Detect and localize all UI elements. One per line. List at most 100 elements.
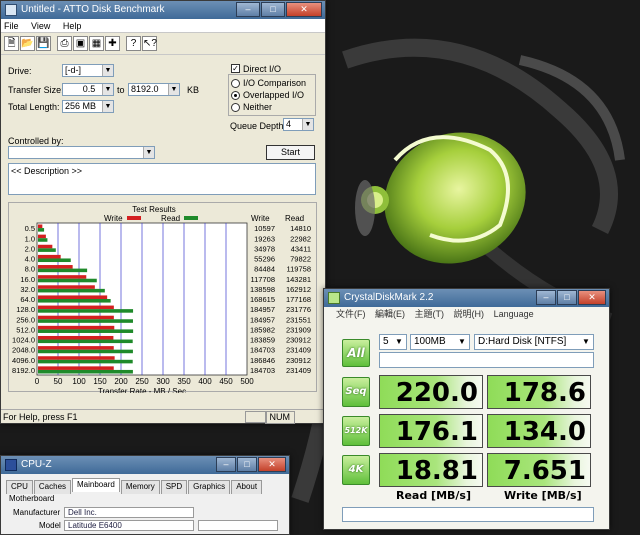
seq-write-result: 178.6 <box>487 375 591 409</box>
512k-read-value: 176.1 <box>395 417 478 447</box>
print-preview-icon[interactable]: ▣ <box>73 36 88 51</box>
total-length-select[interactable]: 256 MB ▼ <box>62 100 114 113</box>
status-text: For Help, press F1 <box>3 412 78 422</box>
drive-label: Drive: <box>8 66 32 76</box>
new-icon[interactable]: 🗎 <box>4 36 19 51</box>
transfer-from-select[interactable]: 0.5 ▼ <box>62 83 114 96</box>
category-label: 8.0 <box>25 265 35 274</box>
cpuz-maximize-button[interactable]: □ <box>237 457 257 472</box>
read-bar <box>38 258 71 263</box>
x-tick-label: 250 <box>135 377 149 386</box>
start-button[interactable]: Start <box>266 145 315 160</box>
minimize-button[interactable]: – <box>236 2 260 17</box>
write-value: 184957 <box>250 305 275 314</box>
atto-statusbar: For Help, press F1 NUM <box>1 409 325 424</box>
runs-select[interactable]: 5 ▼ <box>379 334 407 350</box>
maximize-button[interactable]: □ <box>261 2 285 17</box>
io-comparison-label: I/O Comparison <box>243 78 307 88</box>
read-bar <box>38 288 105 293</box>
cdm-menu-help[interactable]: 説明(H) <box>454 309 485 319</box>
chevron-down-icon: ▼ <box>168 84 179 95</box>
tab-mainboard[interactable]: Mainboard <box>72 478 120 492</box>
read-value: 231909 <box>286 325 311 334</box>
read-value: 143281 <box>286 275 311 284</box>
print-icon[interactable]: ⎙ <box>57 36 72 51</box>
category-label: 4096.0 <box>12 356 35 365</box>
cdm-maximize-button[interactable]: □ <box>557 290 577 305</box>
write-bar <box>38 244 53 249</box>
crosshair-icon[interactable]: ✚ <box>105 36 120 51</box>
menu-file[interactable]: File <box>4 21 19 31</box>
about-icon[interactable]: ? <box>126 36 141 51</box>
cdm-close-button[interactable]: ✕ <box>578 290 606 305</box>
tab-memory[interactable]: Memory <box>120 480 160 494</box>
description-box[interactable]: << Description >> <box>8 163 316 195</box>
4k-write-value: 7.651 <box>503 456 586 486</box>
512k-button[interactable]: 512K <box>342 416 370 446</box>
512k-read-result: 176.1 <box>379 414 483 448</box>
controlled-by-label: Controlled by: <box>8 136 64 146</box>
cdm-titlebar[interactable]: CrystalDiskMark 2.2 – □ ✕ <box>324 289 609 307</box>
close-button[interactable]: ✕ <box>286 2 322 17</box>
x-tick-label: 400 <box>198 377 212 386</box>
cdm-menu-theme[interactable]: 主題(T) <box>415 309 445 319</box>
legend-write-swatch <box>127 216 141 220</box>
write-value: 138598 <box>250 285 275 294</box>
cdm-menu-file[interactable]: 文件(F) <box>336 309 366 319</box>
read-value: 231776 <box>286 305 311 314</box>
read-value: 231551 <box>286 315 311 324</box>
cpuz-titlebar[interactable]: CPU-Z – □ ✕ <box>1 456 289 474</box>
direct-io-checkbox[interactable]: ✓ <box>231 64 240 73</box>
tab-graphics[interactable]: Graphics <box>188 480 231 494</box>
cpuz-minimize-button[interactable]: – <box>216 457 236 472</box>
4k-read-result: 18.81 <box>379 453 483 487</box>
save-icon[interactable]: 💾 <box>36 36 51 51</box>
write-bar <box>38 356 115 360</box>
status-num: NUM <box>264 411 295 424</box>
total-length-value: 256 MB <box>65 101 97 111</box>
queue-depth-value: 4 <box>286 119 292 129</box>
write-bar <box>38 234 46 239</box>
cdm-minimize-button[interactable]: – <box>536 290 556 305</box>
size-select[interactable]: 100MB ▼ <box>410 334 470 350</box>
tab-spd[interactable]: SPD <box>160 480 188 494</box>
context-help-icon[interactable]: ↖? <box>142 36 157 51</box>
transfer-to-label: to <box>117 85 125 95</box>
chart-title: Test Results <box>132 205 176 214</box>
x-tick-label: 300 <box>156 377 170 386</box>
read-value: 119758 <box>287 265 311 274</box>
menu-view[interactable]: View <box>31 21 50 31</box>
io-comparison-radio[interactable] <box>231 79 240 88</box>
write-column-label: Write [MB/s] <box>504 489 582 502</box>
tab-about[interactable]: About <box>231 480 263 494</box>
write-bar <box>38 366 114 370</box>
read-bar <box>38 359 133 364</box>
comment-field[interactable] <box>379 352 594 368</box>
options-icon[interactable]: ▦ <box>89 36 104 51</box>
tab-cpu[interactable]: CPU <box>6 480 33 494</box>
menu-help[interactable]: Help <box>63 21 82 31</box>
seq-button[interactable]: Seq <box>342 377 370 407</box>
atto-menubar: File View Help <box>1 19 325 33</box>
drive-select[interactable]: D:Hard Disk [NTFS] ▼ <box>474 334 594 350</box>
legend-write-label: Write <box>104 214 123 223</box>
4k-button[interactable]: 4K <box>342 455 370 485</box>
chevron-down-icon: ▼ <box>102 65 113 76</box>
atto-titlebar[interactable]: Untitled - ATTO Disk Benchmark – □ ✕ <box>1 1 325 19</box>
cdm-menu-edit[interactable]: 編輯(E) <box>375 309 405 319</box>
tab-caches[interactable]: Caches <box>33 480 72 494</box>
cdm-menu-language[interactable]: Language <box>494 309 534 319</box>
write-value: 34978 <box>254 244 275 253</box>
cpuz-app-icon <box>5 459 17 471</box>
neither-radio[interactable] <box>231 103 240 112</box>
queue-depth-select[interactable]: 4 ▼ <box>283 118 314 131</box>
write-bar <box>38 254 61 259</box>
controlled-by-select[interactable]: ▼ <box>8 146 155 159</box>
cpuz-close-button[interactable]: ✕ <box>258 457 286 472</box>
overlapped-io-radio[interactable] <box>231 91 240 100</box>
transfer-to-select[interactable]: 8192.0 ▼ <box>128 83 180 96</box>
drive-select[interactable]: [-d-] ▼ <box>62 64 114 77</box>
x-tick-label: 0 <box>35 377 40 386</box>
open-icon[interactable]: 📂 <box>20 36 35 51</box>
all-button[interactable]: All <box>342 339 370 367</box>
